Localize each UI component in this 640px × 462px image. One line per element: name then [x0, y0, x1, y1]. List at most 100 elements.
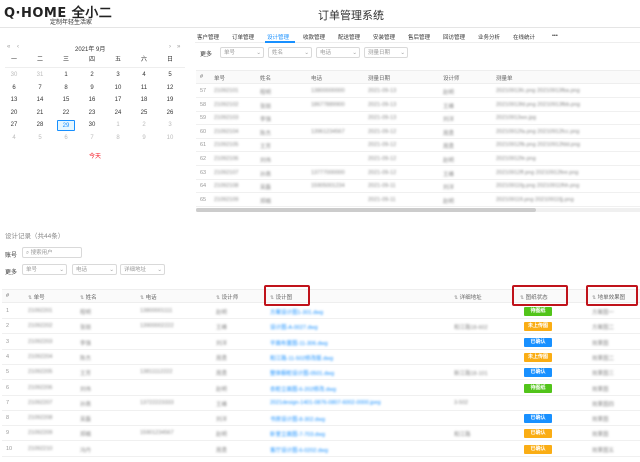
calendar-day[interactable]: 15: [57, 95, 75, 106]
calendar-day[interactable]: 20: [5, 108, 23, 119]
calendar-day[interactable]: 19: [161, 95, 179, 106]
calendar-day[interactable]: 30: [83, 120, 101, 131]
prev-month-icon[interactable]: ‹: [17, 44, 19, 50]
calendar-day[interactable]: 6: [5, 83, 23, 94]
prev-year-icon[interactable]: «: [7, 44, 10, 50]
today-link[interactable]: 今天: [89, 151, 101, 160]
calendar-day[interactable]: 4: [5, 133, 23, 144]
design-file-link[interactable]: 设计图-A-0027.dwg: [270, 323, 318, 331]
nav-design[interactable]: 设计管理: [267, 33, 289, 41]
design-file-link[interactable]: 衣柜立面图-6-202修改.dwg: [270, 385, 336, 393]
table-row[interactable]: 1 21092201 程明 13800001111 赵明 方案设计图1-301.dwg 方案…: [2, 305, 640, 319]
calendar-day[interactable]: 21: [31, 108, 49, 119]
nav-more[interactable]: •••: [552, 33, 558, 39]
design-file-link[interactable]: 整体橱柜设计图-0501.dwg: [270, 369, 334, 377]
calendar-day[interactable]: 6: [57, 133, 75, 144]
calendar-day[interactable]: 4: [135, 70, 153, 81]
column-header[interactable]: #: [6, 293, 9, 299]
calendar-day[interactable]: 12: [161, 83, 179, 94]
calendar-day[interactable]: 24: [109, 108, 127, 119]
calendar-day[interactable]: 5: [31, 133, 49, 144]
calendar-day[interactable]: 3: [161, 120, 179, 131]
calendar-day[interactable]: 25: [135, 108, 153, 119]
table-row[interactable]: 8 21092208 吴磊 刘洋 书房设计图-8-302.dwg 效果图 已确认: [2, 412, 640, 427]
column-header[interactable]: 电话: [311, 74, 322, 82]
filter-order-no[interactable]: 单号 ⌄: [22, 264, 67, 275]
calendar-day[interactable]: 28: [31, 120, 49, 131]
calendar-day[interactable]: 2: [135, 120, 153, 131]
nav-orders[interactable]: 订单管理: [232, 33, 254, 41]
design-file-link[interactable]: 和江路-11-502修改版.dwg: [270, 354, 333, 362]
table-row[interactable]: 64 21092108 吴磊 15905001234 2021-09-11 刘洋 20210…: [196, 181, 640, 194]
table-row[interactable]: 59 21092103 李强 2021-09-13 刘洋 20210913wx.jpg: [196, 113, 640, 126]
app-title[interactable]: 订单管理系统: [318, 7, 384, 23]
column-header[interactable]: 姓名: [260, 74, 271, 82]
design-file-link[interactable]: 平面布置图-11-306.dwg: [270, 339, 328, 347]
status-tag[interactable]: 待图纸: [524, 383, 552, 393]
nav-customer[interactable]: 客户管理: [197, 33, 219, 41]
design-file-link[interactable]: 客厅设计图-6-0202.dwg: [270, 446, 328, 454]
column-header[interactable]: ⇅ 单号: [28, 293, 45, 301]
nav-payment[interactable]: 收款管理: [303, 33, 325, 41]
calendar-day[interactable]: 7: [83, 133, 101, 144]
column-header[interactable]: ⇅ 电话: [140, 293, 157, 301]
design-file-link[interactable]: 方案设计图1-301.dwg: [270, 308, 323, 316]
calendar-day[interactable]: 2: [83, 70, 101, 81]
calendar-day[interactable]: 17: [109, 95, 127, 106]
status-tag[interactable]: 未上传图: [524, 322, 552, 332]
filter-name[interactable]: 姓名 ⌄: [268, 47, 312, 58]
nav-aftersale[interactable]: 售后管理: [408, 33, 430, 41]
calendar-day[interactable]: 13: [5, 95, 23, 106]
nav-visit[interactable]: 回访管理: [443, 33, 465, 41]
next-month-icon[interactable]: ›: [169, 44, 171, 50]
horizontal-scrollbar[interactable]: [196, 208, 640, 212]
calendar-day[interactable]: 1: [109, 120, 127, 131]
calendar-day[interactable]: 16: [83, 95, 101, 106]
status-tag[interactable]: 已确认: [524, 337, 552, 347]
design-file-link[interactable]: 2021design-1401-0876-0807-6002-0000.jpeg: [270, 400, 381, 406]
search-input[interactable]: ⌕ 搜索用户: [22, 247, 82, 258]
calendar-day[interactable]: 8: [109, 133, 127, 144]
column-header[interactable]: ⇅ 设计师: [216, 293, 238, 301]
filter-phone[interactable]: 电话 ⌄: [72, 264, 117, 275]
column-header[interactable]: 设计师: [443, 74, 460, 82]
table-row[interactable]: 2 21092202 张丽 13900002222 王峰 设计图-A-0027.dwg 和江…: [2, 320, 640, 335]
calendar-day[interactable]: 9: [135, 133, 153, 144]
nav-analysis[interactable]: 业务分析: [478, 33, 500, 41]
next-year-icon[interactable]: »: [177, 44, 180, 50]
filter-phone[interactable]: 电话 ⌄: [316, 47, 360, 58]
status-tag[interactable]: 已确认: [524, 368, 552, 378]
table-row[interactable]: 5 21092205 王芳 13811112222 周勇 整体橱柜设计图-0501.dwg…: [2, 366, 640, 381]
nav-install[interactable]: 安装管理: [373, 33, 395, 41]
calendar-day[interactable]: 27: [5, 120, 23, 131]
filter-order-no[interactable]: 单号 ⌄: [220, 47, 264, 58]
nav-delivery[interactable]: 配送管理: [338, 33, 360, 41]
column-header[interactable]: 单号: [214, 74, 225, 82]
status-tag[interactable]: 待图纸: [524, 307, 552, 316]
design-file-link[interactable]: 卧室立面图-7-703.dwg: [270, 430, 325, 438]
calendar-day[interactable]: 7: [31, 83, 49, 94]
table-row[interactable]: 62 21092106 刘伟 2021-09-12 赵明 20210912fe.png: [196, 154, 640, 166]
nav-stats[interactable]: 在线统计: [513, 33, 535, 41]
calendar-title[interactable]: 2021年 9月: [75, 44, 105, 53]
table-row[interactable]: 9 21092209 郑楠 15901234567 赵明 卧室立面图-7-703.dwg 和…: [2, 427, 640, 442]
table-row[interactable]: 10 21092210 冯丹 周勇 客厅设计图-6-0202.dwg 效果图五 已确认: [2, 443, 640, 457]
calendar-day[interactable]: 18: [135, 95, 153, 106]
filter-measure-date[interactable]: 测量日期 ⌄: [364, 47, 408, 58]
calendar-day[interactable]: 29: [57, 120, 75, 132]
calendar-day[interactable]: 31: [31, 70, 49, 81]
table-row[interactable]: 60 21092104 陈杰 13961234567 2021-09-12 周勇 20210…: [196, 127, 640, 139]
scrollbar-thumb[interactable]: [196, 208, 536, 212]
table-row[interactable]: 65 21092109 郑楠 2021-09-11 赵明 20210911fi.png 2…: [196, 195, 640, 207]
filter-address[interactable]: 详细地址 ⌄: [120, 264, 165, 275]
table-row[interactable]: 61 21092105 王芳 2021-09-12 周勇 20210912fb.png 2…: [196, 140, 640, 153]
calendar-day[interactable]: 8: [57, 83, 75, 94]
calendar-day[interactable]: 1: [57, 70, 75, 81]
calendar-day[interactable]: 11: [135, 83, 153, 94]
status-tag[interactable]: 已确认: [524, 444, 552, 454]
calendar-day[interactable]: 30: [5, 70, 23, 81]
table-row[interactable]: 4 21092204 陈杰 周勇 和江路-11-502修改版.dwg 效果图二 未上传图: [2, 351, 640, 365]
status-tag[interactable]: 已确认: [524, 414, 552, 424]
calendar-day[interactable]: 5: [161, 70, 179, 81]
calendar-day[interactable]: 23: [83, 108, 101, 119]
